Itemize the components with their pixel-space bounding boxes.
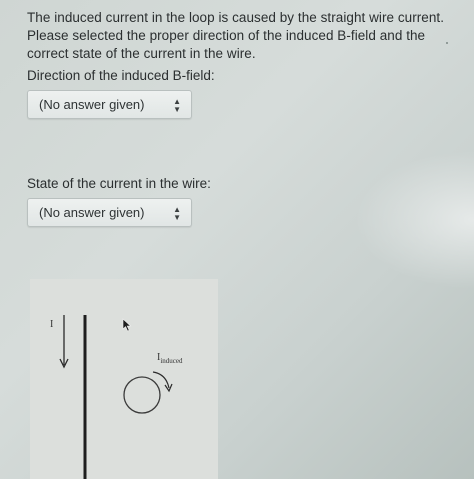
mouse-pointer-icon [122, 318, 132, 332]
induced-label-sub: induced [160, 357, 183, 365]
wire-state-select-value: (No answer given) [39, 205, 145, 220]
induced-current-label: Iinduced [157, 352, 183, 365]
physics-diagram: I Iinduced [30, 279, 218, 479]
conducting-loop [123, 376, 161, 414]
bfield-select-value: (No answer given) [39, 97, 145, 112]
wire-state-label: State of the current in the wire: [27, 176, 211, 191]
updown-arrows-icon: ▲ ▼ [173, 205, 181, 222]
induced-current-arc [152, 371, 170, 389]
wire-state-select[interactable]: (No answer given) ▲ ▼ [27, 198, 192, 227]
question-text: The induced current in the loop is cause… [27, 10, 445, 61]
diagram-svg [59, 315, 173, 479]
bfield-label: Direction of the induced B-field: [27, 68, 215, 83]
bfield-select[interactable]: (No answer given) ▲ ▼ [27, 90, 192, 119]
glare-highlight [354, 150, 474, 290]
updown-arrows-icon: ▲ ▼ [173, 97, 181, 114]
wire-current-label: I [50, 319, 54, 330]
